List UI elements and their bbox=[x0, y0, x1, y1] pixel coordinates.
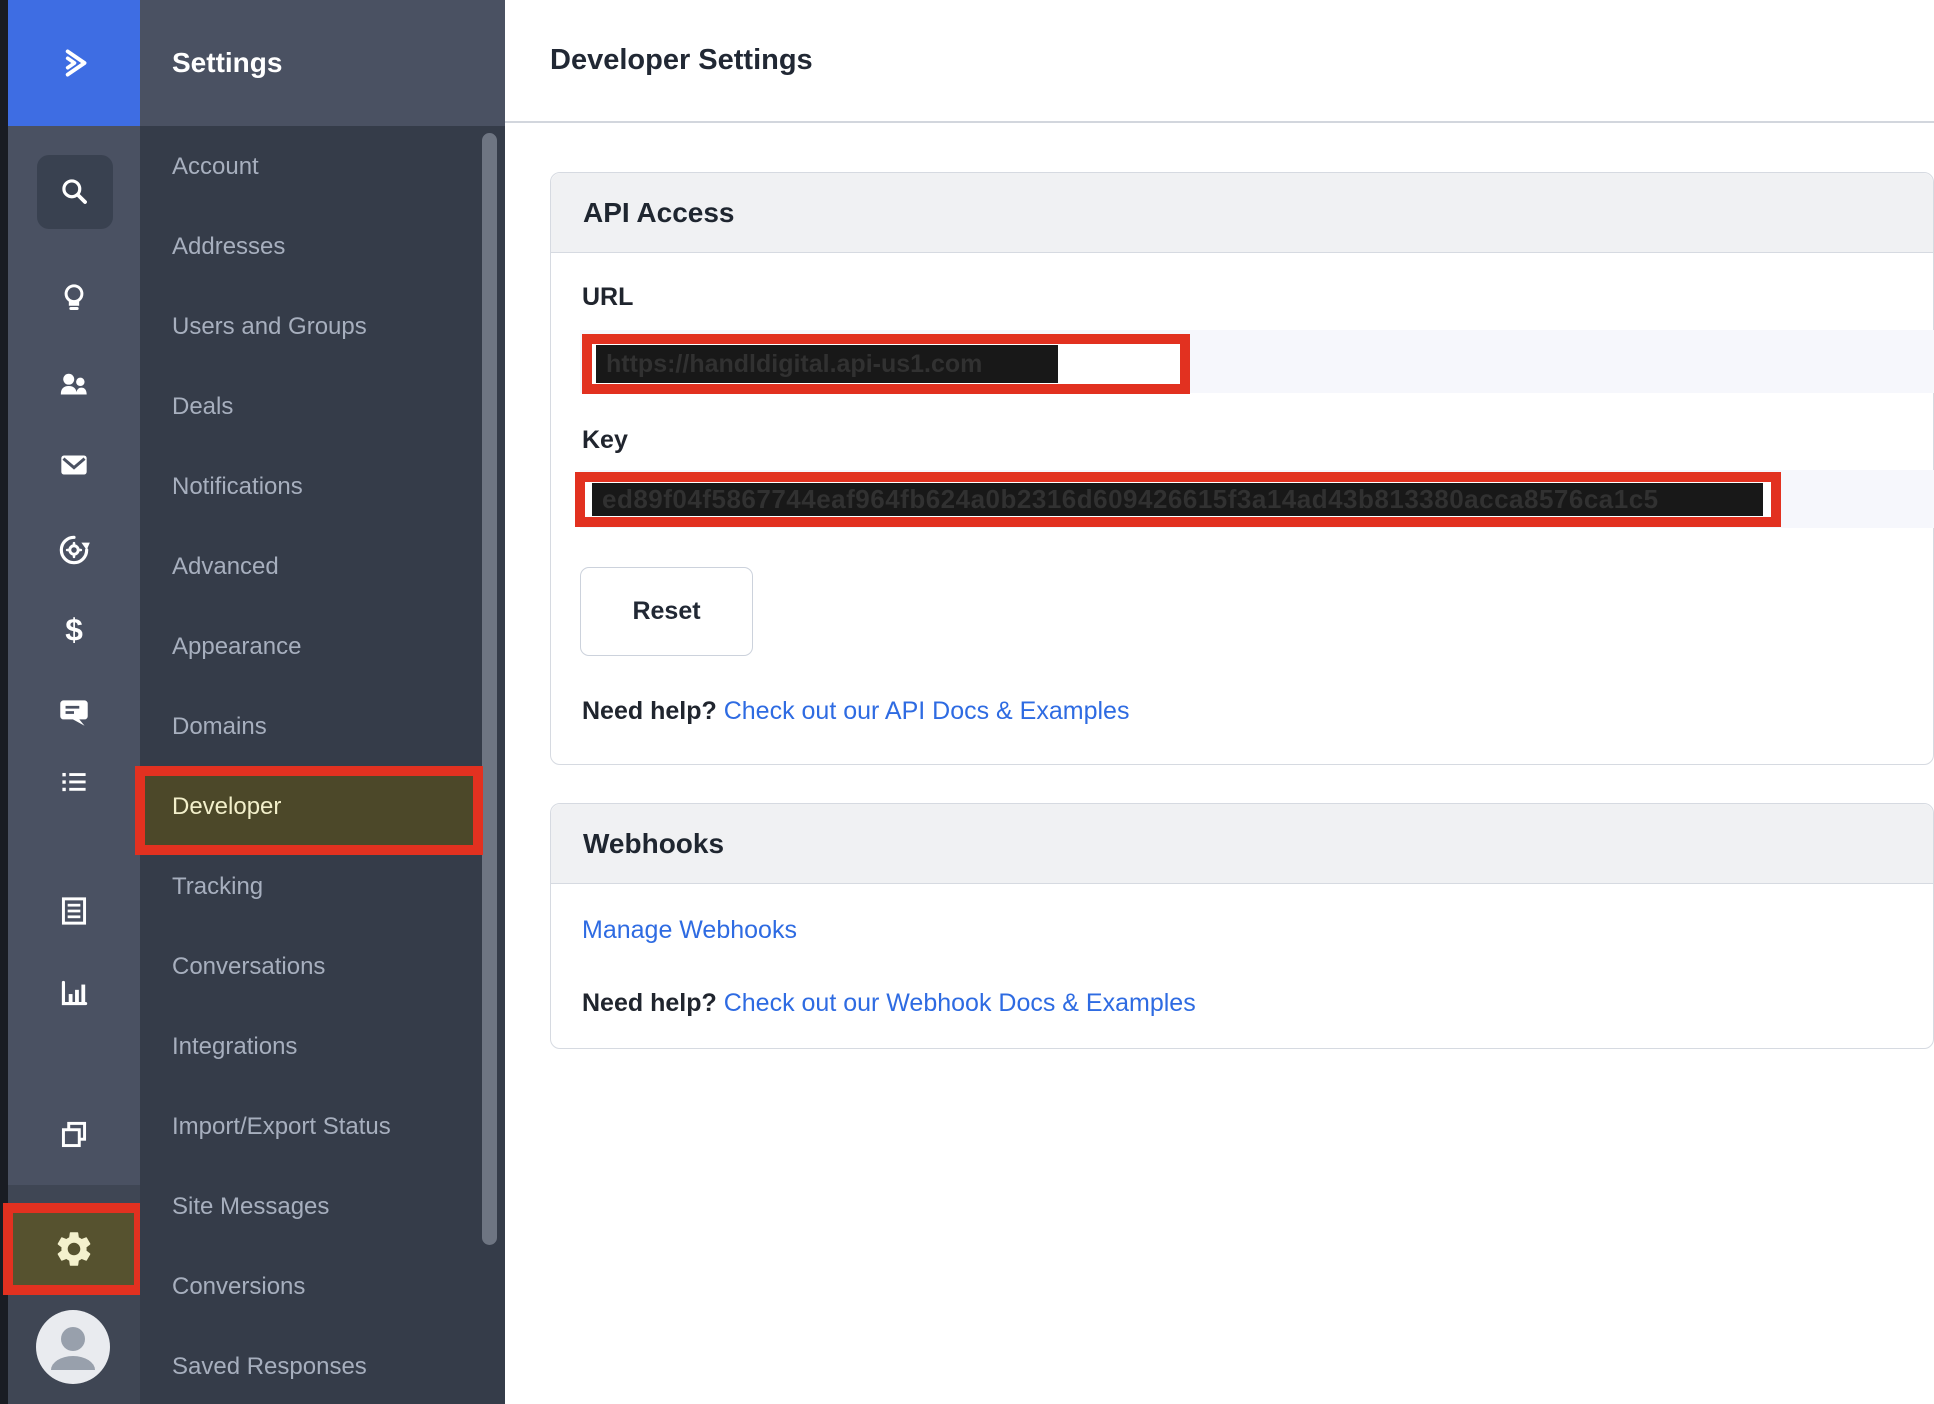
nav-apps[interactable] bbox=[8, 1116, 140, 1154]
sidebar-item-deals[interactable]: Deals bbox=[140, 367, 505, 447]
lightbulb-icon bbox=[64, 284, 84, 310]
sidebar-item-label: Appearance bbox=[172, 633, 302, 660]
window-edge-strip bbox=[0, 0, 8, 1404]
sidebar-item-label: Domains bbox=[172, 713, 267, 740]
sidebar-item-notifications[interactable]: Notifications bbox=[140, 447, 505, 527]
chevron-logo-icon bbox=[65, 49, 87, 77]
user-avatar[interactable] bbox=[36, 1310, 110, 1384]
sidebar-item-integrations[interactable]: Integrations bbox=[140, 1007, 505, 1087]
sidebar-item-addresses[interactable]: Addresses bbox=[140, 207, 505, 287]
settings-gear-tile[interactable] bbox=[3, 1203, 144, 1295]
nav-contacts[interactable] bbox=[8, 366, 140, 404]
activecampaign-settings-page: $ Settings Account Addresses Users and G… bbox=[0, 0, 1934, 1404]
chat-icon bbox=[60, 700, 88, 726]
sidebar-title: Settings bbox=[172, 47, 283, 78]
reports-chart-icon bbox=[61, 980, 88, 1006]
sidebar-item-label: Advanced bbox=[172, 553, 279, 580]
nav-lightbulb[interactable] bbox=[8, 280, 140, 318]
deals-dollar-icon: $ bbox=[65, 612, 83, 648]
sidebar-item-label: Import/Export Status bbox=[172, 1113, 391, 1140]
webhooks-title: Webhooks bbox=[583, 827, 725, 859]
webhooks-help-prefix: Need help? bbox=[582, 989, 717, 1017]
api-access-panel-header: API Access bbox=[551, 173, 1933, 253]
nav-deals[interactable]: $ bbox=[8, 611, 140, 649]
sidebar-item-label: Developer bbox=[172, 793, 282, 820]
key-label: Key bbox=[582, 426, 628, 454]
manage-webhooks-link[interactable]: Manage Webhooks bbox=[582, 916, 797, 945]
person-icon bbox=[51, 1327, 95, 1370]
redacted-url-value: https://handldigital.api-us1.com bbox=[596, 345, 1058, 383]
sidebar-item-advanced[interactable]: Advanced bbox=[140, 527, 505, 607]
api-access-panel: API Access bbox=[550, 172, 1934, 765]
reset-button[interactable]: Reset bbox=[580, 567, 753, 656]
webhook-docs-link[interactable]: Check out our Webhook Docs & Examples bbox=[724, 989, 1196, 1017]
sidebar-item-conversations[interactable]: Conversations bbox=[140, 927, 505, 1007]
settings-menu: Account Addresses Users and Groups Deals… bbox=[135, 127, 505, 1404]
api-docs-link[interactable]: Check out our API Docs & Examples bbox=[724, 697, 1130, 725]
nav-campaigns[interactable] bbox=[8, 446, 140, 484]
sidebar-item-conversions[interactable]: Conversions bbox=[140, 1247, 505, 1327]
search-icon bbox=[62, 179, 87, 204]
activecampaign-logo[interactable] bbox=[8, 0, 140, 126]
redacted-key-value: ed89f04f5867744eaf964fb624a0b2316d609426… bbox=[592, 483, 1763, 516]
sidebar-item-label: Account bbox=[172, 153, 259, 180]
sidebar-item-label: Conversions bbox=[172, 1273, 306, 1300]
sidebar-item-tracking[interactable]: Tracking bbox=[140, 847, 505, 927]
apps-copy-icon bbox=[61, 1121, 87, 1148]
header-divider bbox=[505, 121, 1934, 123]
sidebar-item-label: Integrations bbox=[172, 1033, 298, 1060]
api-help-prefix: Need help? bbox=[582, 697, 717, 725]
nav-reports[interactable] bbox=[8, 974, 140, 1012]
sidebar-header: Settings bbox=[140, 0, 505, 126]
sidebar-item-label: Addresses bbox=[172, 233, 286, 260]
nav-lists[interactable] bbox=[8, 764, 140, 802]
url-field-redaction: https://handldigital.api-us1.com bbox=[582, 334, 1190, 394]
api-access-title: API Access bbox=[583, 196, 735, 228]
nav-automations[interactable] bbox=[8, 531, 140, 569]
sidebar-item-label: Saved Responses bbox=[172, 1353, 367, 1380]
api-help-line: Need help? Check out our API Docs & Exam… bbox=[582, 697, 1129, 726]
mail-icon bbox=[61, 455, 87, 475]
sidebar-item-users-and-groups[interactable]: Users and Groups bbox=[140, 287, 505, 367]
sidebar-item-import-export-status[interactable]: Import/Export Status bbox=[140, 1087, 505, 1167]
sidebar-item-appearance[interactable]: Appearance bbox=[140, 607, 505, 687]
sidebar-item-developer[interactable]: Developer bbox=[135, 766, 505, 855]
list-icon bbox=[62, 772, 86, 792]
webhooks-help-line: Need help? Check out our Webhook Docs & … bbox=[582, 989, 1196, 1018]
sidebar-item-domains[interactable]: Domains bbox=[140, 687, 505, 767]
key-field-redaction: ed89f04f5867744eaf964fb624a0b2316d609426… bbox=[575, 472, 1781, 527]
sidebar-item-label: Deals bbox=[172, 393, 234, 420]
sidebar-item-label: Tracking bbox=[172, 873, 264, 900]
search-button[interactable] bbox=[37, 155, 113, 229]
nav-forms[interactable] bbox=[8, 892, 140, 930]
sidebar-scrollbar-thumb[interactable] bbox=[482, 133, 497, 1245]
sidebar-item-label: Conversations bbox=[172, 953, 326, 980]
sidebar-item-site-messages[interactable]: Site Messages bbox=[140, 1167, 505, 1247]
automation-icon bbox=[59, 535, 90, 565]
svg-text:$: $ bbox=[65, 612, 83, 648]
page-title: Developer Settings bbox=[550, 44, 813, 76]
sidebar-item-label: Users and Groups bbox=[172, 313, 367, 340]
settings-gear-icon bbox=[57, 1232, 90, 1266]
forms-icon bbox=[61, 897, 87, 925]
sidebar-item-account[interactable]: Account bbox=[140, 127, 505, 207]
sidebar-item-label: Notifications bbox=[172, 473, 303, 500]
contacts-icon bbox=[60, 373, 87, 395]
sidebar-item-saved-responses[interactable]: Saved Responses bbox=[140, 1327, 505, 1404]
webhooks-panel-header: Webhooks bbox=[551, 804, 1933, 884]
url-label: URL bbox=[582, 283, 634, 311]
nav-conversations[interactable] bbox=[8, 693, 140, 731]
sidebar-item-label: Site Messages bbox=[172, 1193, 330, 1220]
